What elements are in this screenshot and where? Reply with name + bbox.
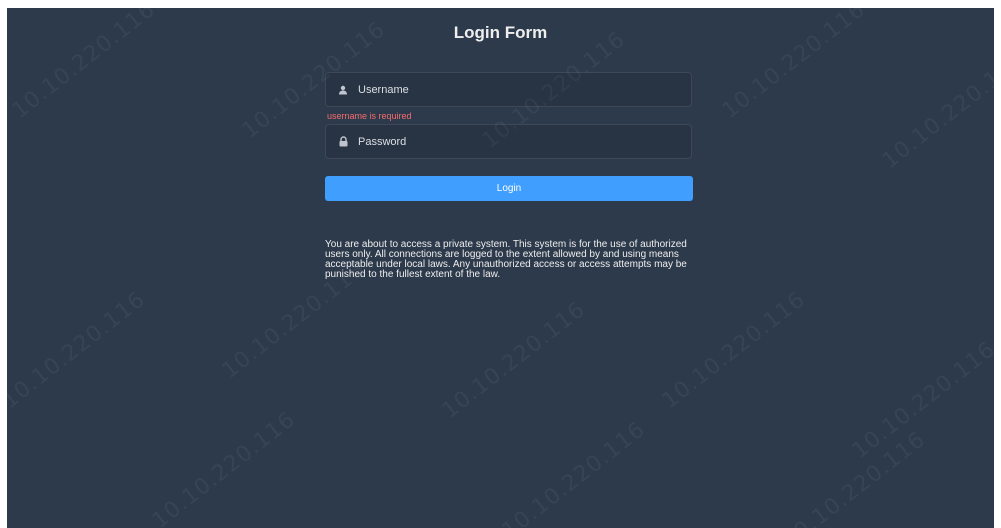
username-error-message: username is required — [327, 111, 412, 121]
login-page: 10.10.220.116 10.10.220.116 10.10.220.11… — [7, 8, 994, 528]
login-button[interactable]: Login — [325, 176, 693, 201]
watermark: 10.10.220.116 — [847, 337, 994, 464]
watermark: 10.10.220.116 — [657, 287, 811, 414]
lock-icon — [336, 135, 350, 149]
user-icon — [336, 83, 350, 97]
access-notice: You are about to access a private system… — [325, 239, 687, 280]
watermark: 10.10.220.116 — [7, 287, 151, 414]
username-input[interactable] — [358, 73, 691, 106]
watermark: 10.10.220.116 — [877, 47, 994, 174]
password-input[interactable] — [358, 125, 691, 158]
page-title: Login Form — [453, 23, 548, 42]
watermark: 10.10.220.116 — [147, 407, 301, 528]
password-field[interactable] — [325, 124, 692, 159]
watermark: 10.10.220.116 — [437, 297, 591, 424]
watermark: 10.10.220.116 — [777, 427, 931, 528]
username-field[interactable] — [325, 72, 692, 107]
watermark: 10.10.220.116 — [497, 417, 651, 528]
